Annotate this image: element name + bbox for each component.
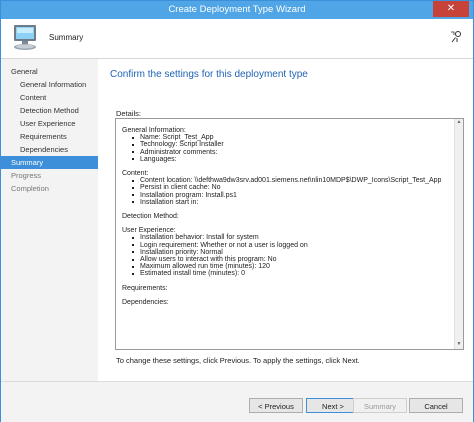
- section-title: Content:: [122, 170, 149, 178]
- wizard-content: Confirm the settings for this deployment…: [98, 59, 473, 381]
- details-section: Detection Method:: [122, 213, 457, 220]
- sidebar-item-progress: Progress: [11, 171, 42, 180]
- sidebar-item-general[interactable]: General: [1, 65, 98, 78]
- details-section: User Experience: Installation behavior: …: [122, 227, 457, 277]
- details-section: Content: Content location: \\defthwa9dw3…: [122, 170, 457, 206]
- section-title: General Information:: [122, 127, 186, 134]
- sidebar-item-content[interactable]: Content: [1, 91, 98, 104]
- detail-item: Languages:: [132, 156, 457, 163]
- detail-item: Administrator comments:: [132, 149, 457, 156]
- computer-monitor-icon: [9, 23, 41, 55]
- details-label: Details:: [116, 109, 142, 118]
- help-person-icon[interactable]: [449, 30, 463, 46]
- banner-title: Summary: [49, 33, 84, 42]
- details-content: General Information: Name: Script_Test_A…: [116, 119, 463, 306]
- sidebar-item-requirements[interactable]: Requirements: [1, 130, 98, 143]
- wizard-window: Create Deployment Type Wizard ✕ Summary: [0, 0, 474, 422]
- section-title: Dependencies:: [122, 298, 169, 306]
- section-title: Requirements:: [122, 284, 168, 292]
- sidebar-item-summary[interactable]: Summary: [1, 156, 98, 169]
- close-button[interactable]: ✕: [433, 1, 469, 17]
- previous-button[interactable]: < Previous: [249, 398, 303, 413]
- window-title: Create Deployment Type Wizard: [168, 4, 306, 15]
- detail-item: Maximum allowed run time (minutes): 120: [132, 263, 457, 270]
- sidebar-item-dependencies[interactable]: Dependencies: [1, 143, 98, 156]
- section-title: Detection Method:: [122, 213, 179, 221]
- detail-item: Installation priority: Normal: [132, 249, 457, 256]
- next-button[interactable]: Next >: [306, 398, 360, 413]
- detail-item: Content location: \\defthwa9dw3srv.ad001…: [132, 177, 457, 184]
- detail-item: Estimated install time (minutes): 0: [132, 270, 457, 277]
- sidebar-item-user-experience[interactable]: User Experience: [1, 117, 98, 130]
- close-icon: ✕: [446, 3, 456, 14]
- details-scrollbar[interactable]: ▲ ▼: [454, 119, 463, 349]
- page-heading: Confirm the settings for this deployment…: [110, 69, 308, 80]
- detail-item: Name: Script_Test_App: [132, 134, 457, 141]
- details-section: General Information: Name: Script_Test_A…: [122, 127, 457, 163]
- scroll-down-icon[interactable]: ▼: [455, 341, 463, 349]
- section-title: User Experience:: [122, 227, 176, 235]
- sidebar-item-detection-method[interactable]: Detection Method: [1, 104, 98, 117]
- cancel-button[interactable]: Cancel: [409, 398, 463, 413]
- wizard-banner: Summary: [1, 19, 473, 59]
- detail-item: Installation program: Install.ps1: [132, 192, 457, 199]
- detail-item: Installation start in:: [132, 199, 457, 206]
- details-section: Dependencies:: [122, 299, 457, 306]
- detail-item: Persist in client cache: No: [132, 184, 457, 191]
- title-bar[interactable]: Create Deployment Type Wizard ✕: [1, 1, 473, 19]
- wizard-sidebar: General General Information Content Dete…: [1, 59, 98, 381]
- detail-item: Allow users to interact with this progra…: [132, 256, 457, 263]
- detail-item: Installation behavior: Install for syste…: [132, 234, 457, 241]
- detail-item: Technology: Script Installer: [132, 141, 457, 148]
- details-textbox[interactable]: General Information: Name: Script_Test_A…: [115, 118, 464, 350]
- instruction-text: To change these settings, click Previous…: [116, 356, 360, 365]
- sidebar-item-completion: Completion: [11, 184, 49, 193]
- scroll-up-icon[interactable]: ▲: [455, 119, 463, 127]
- sidebar-item-general-information[interactable]: General Information: [1, 78, 98, 91]
- details-section: Requirements:: [122, 285, 457, 292]
- wizard-footer: < Previous Next > Summary Cancel: [1, 381, 473, 422]
- detail-item: Login requirement: Whether or not a user…: [132, 242, 457, 249]
- summary-button: Summary: [353, 398, 407, 413]
